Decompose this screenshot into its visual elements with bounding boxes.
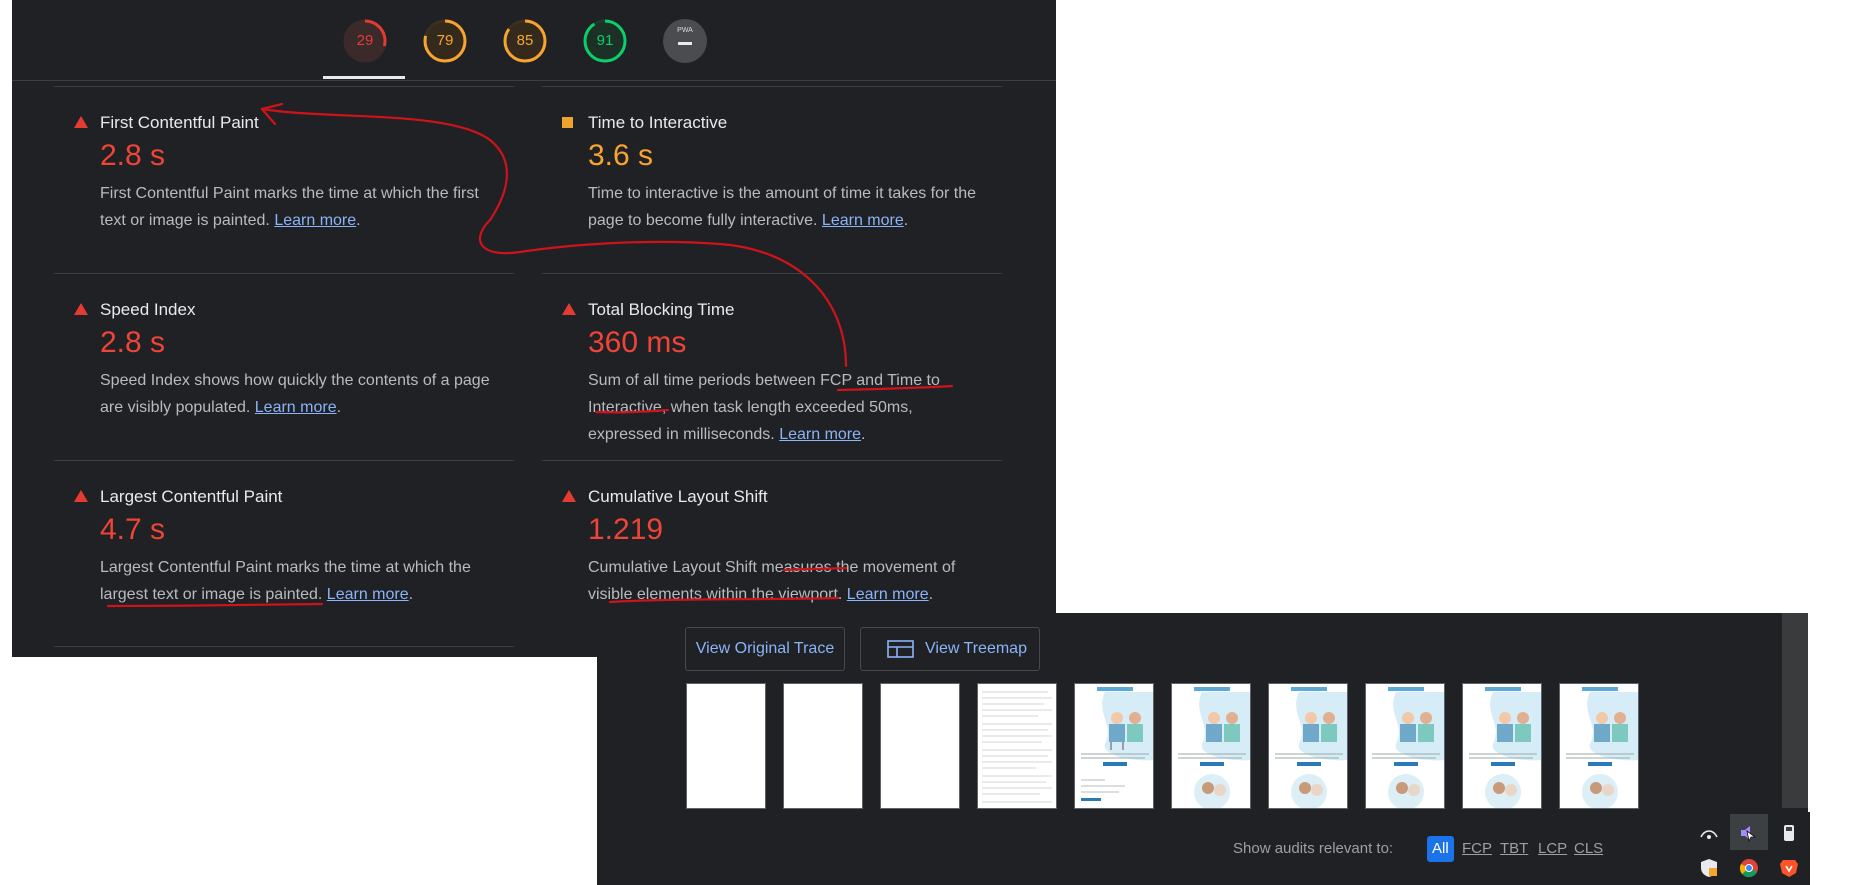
- performance-gauge[interactable]: 29: [342, 18, 388, 64]
- best-practices-score: 85: [516, 32, 534, 49]
- metric-title: Time to Interactive: [588, 113, 728, 132]
- filmstrip-frame-blank[interactable]: [880, 683, 960, 809]
- filmstrip-frame-render[interactable]: [1074, 683, 1154, 809]
- metric-divider: [54, 86, 514, 87]
- volume-icon[interactable]: [1737, 821, 1761, 845]
- metric-value: 4.7 s: [100, 513, 166, 546]
- filter-all[interactable]: All: [1427, 836, 1454, 862]
- view-original-trace-button[interactable]: View Original Trace: [685, 627, 845, 671]
- metric-title: Total Blocking Time: [588, 300, 735, 319]
- network-icon[interactable]: [1697, 821, 1721, 845]
- metric-description-text: Time to interactive is the amount of tim…: [588, 185, 977, 229]
- metric-value: 2.8 s: [100, 139, 166, 172]
- learn-more-link[interactable]: Learn more: [274, 212, 356, 229]
- filmstrip-frame-blank[interactable]: [686, 683, 766, 809]
- metric-value: 360 ms: [588, 326, 687, 359]
- system-tray-overflow: [1688, 812, 1810, 885]
- metric-title: Largest Contentful Paint: [100, 487, 283, 506]
- metric-description: Time to interactive is the amount of tim…: [588, 185, 977, 229]
- scrollbar[interactable]: [1782, 613, 1808, 808]
- metric-description-text: Sum of all time periods between FCP and …: [588, 372, 940, 443]
- metric-si: Speed Index 2.8 s Speed Index shows how …: [54, 273, 514, 463]
- metric-description: Speed Index shows how quickly the conten…: [100, 372, 490, 416]
- page-render-preview: [1269, 684, 1347, 808]
- bottom-divider-left: [54, 646, 514, 647]
- learn-more-link[interactable]: Learn more: [255, 399, 337, 416]
- active-gauge-underline: [323, 76, 405, 79]
- treemap-icon: [887, 640, 914, 658]
- accessibility-score: 79: [436, 32, 454, 49]
- filmstrip-frame-render[interactable]: [1171, 683, 1251, 809]
- filter-cls[interactable]: CLS: [1574, 836, 1603, 862]
- metric-divider: [54, 273, 514, 274]
- seo-score: 91: [596, 32, 614, 49]
- brave-icon[interactable]: [1777, 856, 1801, 880]
- page-render-preview: [1366, 684, 1444, 808]
- metric-tbt: Total Blocking Time 360 ms Sum of all ti…: [542, 273, 1002, 463]
- metric-description: Sum of all time periods between FCP and …: [588, 372, 940, 443]
- pwa-badge-icon: [663, 19, 707, 63]
- usb-drive-icon[interactable]: [1777, 821, 1801, 845]
- lighthouse-report-panel: 29 79 85 91 PWA First Contentful Paint 2…: [12, 0, 1056, 657]
- metric-divider: [542, 460, 1002, 461]
- text-skeleton-preview: [982, 691, 1052, 803]
- fail-triangle-icon: [74, 303, 88, 315]
- pwa-label: PWA: [677, 27, 693, 34]
- metric-title: Cumulative Layout Shift: [588, 487, 768, 506]
- metric-value: 1.219: [588, 513, 664, 546]
- view-treemap-label: View Treemap: [925, 640, 1027, 657]
- average-square-icon: [562, 117, 573, 128]
- audit-filter-label: Show audits relevant to:: [1233, 840, 1394, 857]
- metric-description: First Contentful Paint marks the time at…: [100, 185, 479, 229]
- filmstrip-frame-render[interactable]: [1365, 683, 1445, 809]
- fail-triangle-icon: [74, 490, 88, 502]
- filmstrip-frame-blank[interactable]: [783, 683, 863, 809]
- metric-description: Cumulative Layout Shift measures the mov…: [588, 559, 956, 603]
- filter-tbt[interactable]: TBT: [1500, 836, 1528, 862]
- filmstrip-frame-render[interactable]: [1268, 683, 1348, 809]
- metric-title: Speed Index: [100, 300, 196, 319]
- trace-panel: View Original Trace View Treemap Show au…: [597, 613, 1808, 885]
- learn-more-link[interactable]: Learn more: [779, 426, 861, 443]
- score-gauges-bar: 29 79 85 91 PWA: [12, 0, 1056, 81]
- pwa-gauge[interactable]: PWA: [662, 18, 708, 64]
- page-render-preview: [1463, 684, 1541, 808]
- filmstrip-frame-render[interactable]: [1462, 683, 1542, 809]
- seo-gauge[interactable]: 91: [582, 18, 628, 64]
- metric-lcp: Largest Contentful Paint 4.7 s Largest C…: [54, 460, 514, 650]
- metric-fcp: First Contentful Paint 2.8 s First Conte…: [54, 86, 514, 276]
- fail-triangle-icon: [562, 490, 576, 502]
- metric-divider: [54, 460, 514, 461]
- accessibility-gauge[interactable]: 79: [422, 18, 468, 64]
- learn-more-link[interactable]: Learn more: [327, 586, 409, 603]
- chrome-icon[interactable]: [1737, 856, 1761, 880]
- filter-lcp[interactable]: LCP: [1538, 836, 1567, 862]
- page-render-preview: [1560, 684, 1638, 808]
- metric-description: Largest Contentful Paint marks the time …: [100, 559, 471, 603]
- page-render-preview: [1075, 684, 1153, 808]
- metric-divider: [542, 86, 1002, 87]
- filmstrip-frame-text-skeleton[interactable]: [977, 683, 1057, 809]
- fail-triangle-icon: [562, 303, 576, 315]
- performance-score: 29: [356, 32, 374, 49]
- metric-value: 2.8 s: [100, 326, 166, 359]
- metric-divider: [542, 273, 1002, 274]
- learn-more-link[interactable]: Learn more: [847, 586, 929, 603]
- fail-triangle-icon: [74, 116, 88, 128]
- filter-fcp[interactable]: FCP: [1462, 836, 1492, 862]
- learn-more-link[interactable]: Learn more: [822, 212, 904, 229]
- view-treemap-button[interactable]: View Treemap: [860, 627, 1040, 671]
- page-render-preview: [1172, 684, 1250, 808]
- metric-tti: Time to Interactive 3.6 s Time to intera…: [542, 86, 1002, 276]
- security-shield-icon[interactable]: [1697, 856, 1721, 880]
- metric-value: 3.6 s: [588, 139, 654, 172]
- metric-description-text: Largest Contentful Paint marks the time …: [100, 559, 471, 603]
- best-practices-gauge[interactable]: 85: [502, 18, 548, 64]
- metric-title: First Contentful Paint: [100, 113, 259, 132]
- filmstrip-frame-render[interactable]: [1559, 683, 1639, 809]
